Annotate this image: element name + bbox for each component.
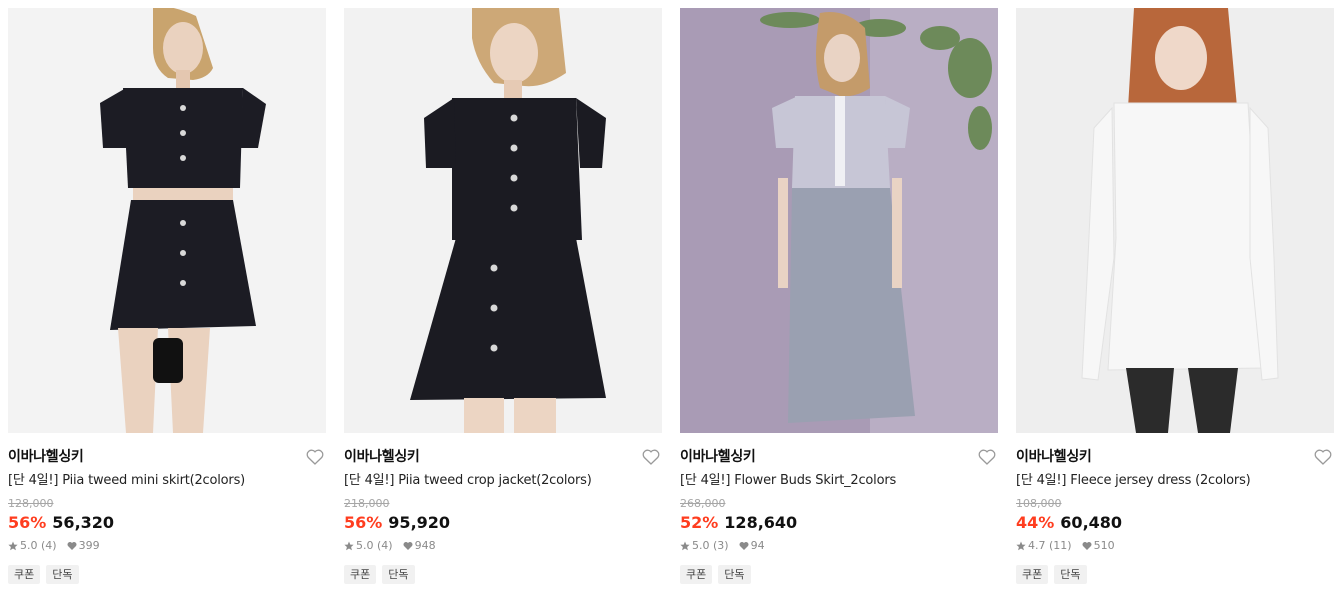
product-image[interactable] (680, 8, 998, 433)
price-row: 56% 56,320 (8, 512, 326, 534)
rating-value: 5.0 (20, 539, 38, 552)
rating-value: 4.7 (1028, 539, 1046, 552)
brand-name[interactable]: 이바나헬싱키 (680, 448, 998, 466)
original-price: 108,000 (1016, 497, 1062, 510)
sale-price: 128,640 (724, 513, 798, 532)
heart-count-icon (403, 542, 413, 550)
wishlist-heart-icon[interactable] (642, 449, 660, 465)
product-title[interactable]: [단 4일!] Flower Buds Skirt_2colors (680, 472, 998, 490)
product-grid: 이바나헬싱키 [단 4일!] Piia tweed mini skirt(2co… (0, 0, 1342, 602)
review-count: (4) (377, 539, 393, 552)
product-card[interactable]: 이바나헬싱키 [단 4일!] Piia tweed crop jacket(2c… (344, 8, 662, 584)
tag-exclusive: 단독 (46, 565, 79, 584)
price-row: 44% 60,480 (1016, 512, 1334, 534)
tag-list: 쿠폰 단독 (8, 565, 326, 584)
star-icon (680, 541, 690, 551)
heart-count-icon (67, 542, 77, 550)
product-card[interactable]: 이바나헬싱키 [단 4일!] Fleece jersey dress (2col… (1016, 8, 1334, 584)
brand-name[interactable]: 이바나헬싱키 (8, 448, 326, 466)
product-title[interactable]: [단 4일!] Piia tweed crop jacket(2colors) (344, 472, 662, 490)
original-price: 218,000 (344, 497, 390, 510)
tag-exclusive: 단독 (382, 565, 415, 584)
like-count: 948 (414, 539, 436, 552)
tag-exclusive: 단독 (718, 565, 751, 584)
product-card[interactable]: 이바나헬싱키 [단 4일!] Flower Buds Skirt_2colors… (680, 8, 998, 584)
product-image[interactable] (8, 8, 326, 433)
product-title[interactable]: [단 4일!] Piia tweed mini skirt(2colors) (8, 472, 326, 490)
price-row: 52% 128,640 (680, 512, 998, 534)
product-photo (344, 8, 662, 433)
like-count: 399 (78, 539, 100, 552)
product-image[interactable] (1016, 8, 1334, 433)
review-count: (11) (1049, 539, 1072, 552)
tag-coupon: 쿠폰 (1016, 565, 1049, 584)
star-icon (1016, 541, 1026, 551)
brand-name[interactable]: 이바나헬싱키 (1016, 448, 1334, 466)
product-image[interactable] (344, 8, 662, 433)
product-meta: 5.0 (4) 948 (344, 539, 662, 553)
discount-rate: 52% (680, 513, 719, 532)
wishlist-heart-icon[interactable] (978, 449, 996, 465)
product-meta: 5.0 (3) 94 (680, 539, 998, 553)
review-count: (4) (41, 539, 57, 552)
wishlist-heart-icon[interactable] (306, 449, 324, 465)
product-photo (680, 8, 998, 433)
tag-exclusive: 단독 (1054, 565, 1087, 584)
discount-rate: 56% (344, 513, 383, 532)
tag-list: 쿠폰 단독 (680, 565, 998, 584)
original-price: 128,000 (8, 497, 54, 510)
heart-count-icon (739, 542, 749, 550)
tag-coupon: 쿠폰 (8, 565, 41, 584)
product-card[interactable]: 이바나헬싱키 [단 4일!] Piia tweed mini skirt(2co… (8, 8, 326, 584)
product-photo (1016, 8, 1334, 433)
discount-rate: 56% (8, 513, 47, 532)
rating-value: 5.0 (356, 539, 374, 552)
product-title[interactable]: [단 4일!] Fleece jersey dress (2colors) (1016, 472, 1334, 490)
sale-price: 56,320 (52, 513, 115, 532)
tag-coupon: 쿠폰 (344, 565, 377, 584)
price-row: 56% 95,920 (344, 512, 662, 534)
original-price: 268,000 (680, 497, 726, 510)
brand-name[interactable]: 이바나헬싱키 (344, 448, 662, 466)
like-count: 94 (750, 539, 765, 552)
heart-count-icon (1082, 542, 1092, 550)
review-count: (3) (713, 539, 729, 552)
rating-value: 5.0 (692, 539, 710, 552)
like-count: 510 (1093, 539, 1115, 552)
sale-price: 60,480 (1060, 513, 1123, 532)
sale-price: 95,920 (388, 513, 451, 532)
tag-list: 쿠폰 단독 (344, 565, 662, 584)
discount-rate: 44% (1016, 513, 1055, 532)
tag-coupon: 쿠폰 (680, 565, 713, 584)
product-photo (8, 8, 326, 433)
product-meta: 4.7 (11) 510 (1016, 539, 1334, 553)
tag-list: 쿠폰 단독 (1016, 565, 1334, 584)
star-icon (8, 541, 18, 551)
wishlist-heart-icon[interactable] (1314, 449, 1332, 465)
star-icon (344, 541, 354, 551)
product-meta: 5.0 (4) 399 (8, 539, 326, 553)
